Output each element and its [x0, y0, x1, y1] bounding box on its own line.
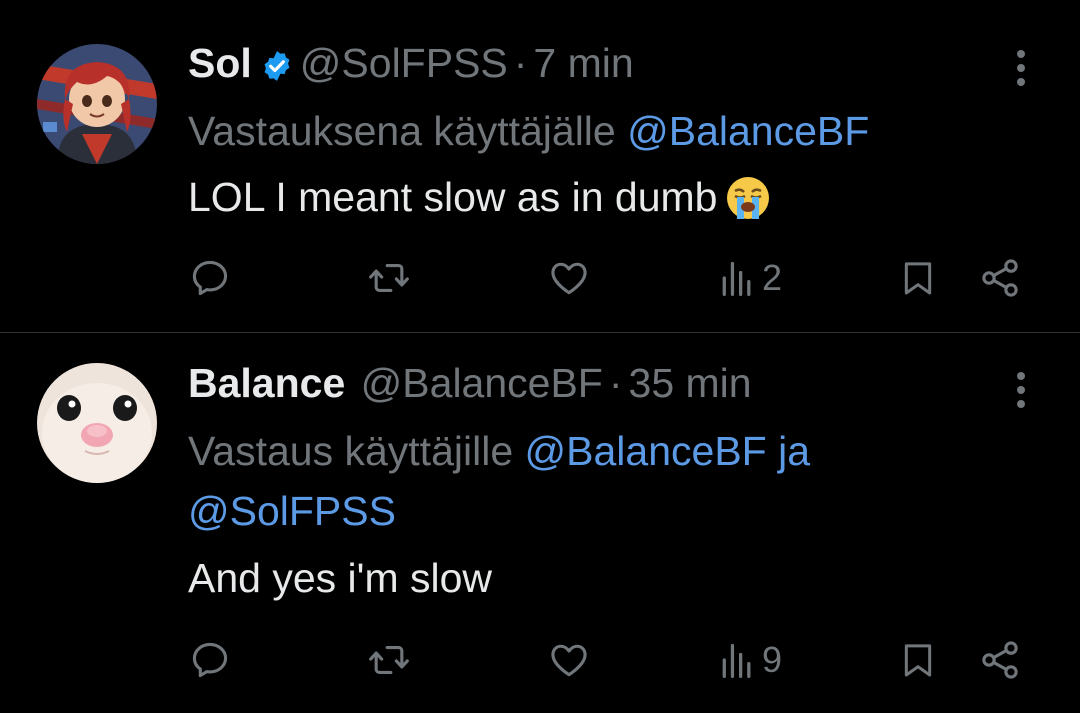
- tweet-body: And yes i'm slow: [188, 555, 493, 601]
- views-icon: [722, 643, 751, 678]
- timestamp[interactable]: 35 min: [629, 360, 752, 406]
- user-handle[interactable]: @SolFPSS: [300, 40, 508, 86]
- reply-icon: [192, 642, 228, 678]
- verified-badge-icon: [260, 46, 294, 93]
- retweet-icon: [369, 645, 409, 675]
- tweet-body: LOL I meant slow as in dumb: [188, 174, 718, 220]
- heart-icon: [551, 644, 587, 677]
- reply-context: Vastaus käyttäjille @BalanceBF ja @SolFP…: [188, 421, 988, 541]
- views-icon: [722, 261, 751, 296]
- retweet-icon: [369, 263, 409, 293]
- bookmark-icon: [904, 644, 932, 677]
- user-handle[interactable]: @BalanceBF: [361, 360, 603, 406]
- tweet-actions: 9: [0, 630, 1080, 690]
- separator-dot: ·: [608, 360, 623, 406]
- tweet-text: LOL I meant slow as in dumb: [188, 174, 771, 231]
- display-name[interactable]: Sol: [188, 40, 252, 86]
- views-button[interactable]: 9: [718, 630, 782, 690]
- views-count: 9: [762, 639, 783, 680]
- share-icon: [982, 641, 1018, 679]
- more-options-icon[interactable]: [1006, 368, 1036, 412]
- avatar[interactable]: [37, 44, 157, 164]
- anime-avatar-icon: [37, 44, 157, 164]
- tweet-header: Sol @SolFPSS · 7 min: [188, 40, 634, 93]
- share-button[interactable]: [978, 248, 1022, 308]
- retweet-button[interactable]: [366, 248, 412, 308]
- mention-link[interactable]: @SolFPSS: [188, 488, 396, 534]
- share-button[interactable]: [978, 630, 1022, 690]
- loudly-crying-face-icon: [725, 175, 771, 231]
- tweet-text: And yes i'm slow: [188, 555, 492, 602]
- display-name[interactable]: Balance: [188, 360, 345, 406]
- reply-context: Vastauksena käyttäjälle @BalanceBF: [188, 101, 988, 161]
- tweet-actions: 2: [0, 248, 1080, 308]
- separator-dot: ·: [513, 40, 528, 86]
- reply-prefix: Vastaus käyttäjille: [188, 428, 514, 474]
- retweet-button[interactable]: [366, 630, 412, 690]
- like-button[interactable]: [546, 248, 592, 308]
- avatar[interactable]: [37, 363, 157, 483]
- mention-link[interactable]: @BalanceBF ja: [525, 428, 810, 474]
- bookmark-button[interactable]: [898, 248, 938, 308]
- views-button[interactable]: 2: [718, 248, 782, 308]
- reply-prefix: Vastauksena käyttäjälle: [188, 108, 616, 154]
- reply-button[interactable]: [188, 630, 232, 690]
- like-button[interactable]: [546, 630, 592, 690]
- cat-avatar-icon: [37, 363, 157, 483]
- bookmark-button[interactable]: [898, 630, 938, 690]
- tweet[interactable]: Balance @BalanceBF · 35 min Vastaus käyttä…: [0, 333, 1080, 713]
- reply-button[interactable]: [188, 248, 232, 308]
- timestamp[interactable]: 7 min: [533, 40, 633, 86]
- views-count: 2: [762, 257, 783, 298]
- bookmark-icon: [904, 262, 932, 295]
- tweet[interactable]: Sol @SolFPSS · 7 min Vastauksena käyttäjäll…: [0, 0, 1080, 333]
- mention-link[interactable]: @BalanceBF: [627, 108, 869, 154]
- more-options-icon[interactable]: [1006, 46, 1036, 90]
- reply-icon: [192, 260, 228, 296]
- share-icon: [982, 259, 1018, 297]
- heart-icon: [551, 262, 587, 295]
- tweet-header: Balance @BalanceBF · 35 min: [188, 360, 752, 407]
